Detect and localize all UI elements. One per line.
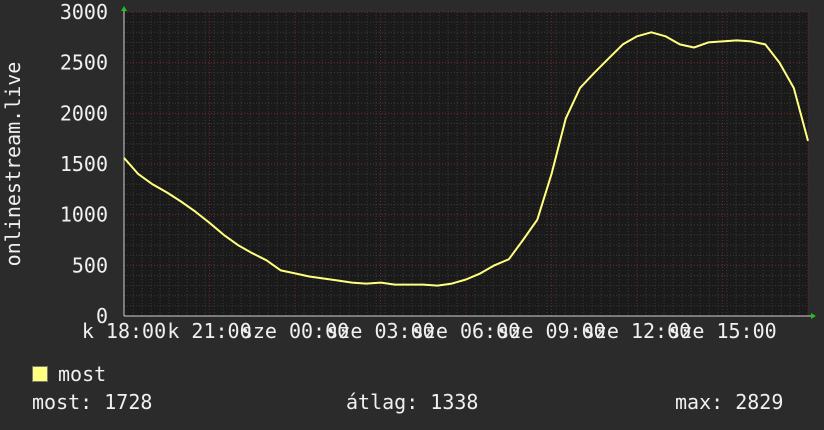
y-tick-label: 500 [72,253,108,277]
y-tick-label: 3000 [60,0,108,24]
x-tick-label: sze 15:00 [668,319,776,343]
legend: most [32,362,106,386]
chart: 050010001500200025003000k 18:00 k 21:00sz… [1,0,816,343]
legend-label: most [58,362,107,386]
legend-swatch [32,366,48,382]
y-tick-label: 1000 [60,203,108,227]
stat-current: most: 1728 [32,390,153,414]
stat-average: átlag: 1338 [346,390,479,414]
x-tick-label: k 21:00 [167,319,251,343]
y-tick-label: 2000 [60,101,108,125]
y-tick-label: 2500 [60,51,108,75]
x-tick-label: k 18:00 [82,319,166,343]
stat-maximum: max: 2829 [675,390,784,414]
y-axis-title: onlinestream.live [1,62,25,267]
y-tick-label: 1500 [60,152,108,176]
y-axis-arrow [121,6,127,11]
x-axis-arrow [811,313,816,319]
